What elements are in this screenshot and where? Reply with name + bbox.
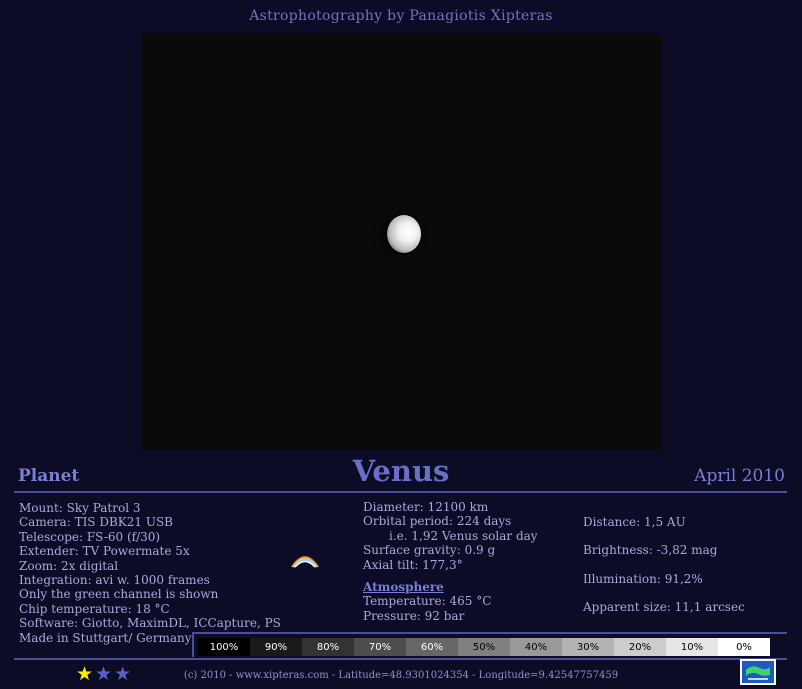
- obs-brightness: Brightness: -3,82 mag: [583, 543, 718, 558]
- venus-disc: [387, 215, 421, 253]
- info-pressure: Pressure: 92 bar: [363, 608, 465, 623]
- divider-bottom: [14, 658, 787, 660]
- scale-cell: 80%: [302, 638, 354, 656]
- observation-data: Distance: 1,5 AU Brightness: -3,82 mag I…: [583, 515, 745, 629]
- spec-integration: Integration: avi w. 1000 frames: [19, 573, 210, 588]
- divider-top: [14, 491, 787, 493]
- scale-cell: 20%: [614, 638, 666, 656]
- planet-info: Diameter: 12100 km Orbital period: 224 d…: [363, 500, 538, 623]
- spec-zoom: Zoom: 2x digital: [19, 558, 119, 573]
- scale-cell: 60%: [406, 638, 458, 656]
- info-orbital-period: Orbital period: 224 days: [363, 514, 512, 529]
- spec-software: Software: Giotto, MaximDL, ICCapture, PS: [19, 616, 281, 631]
- spec-mount: Mount: Sky Patrol 3: [19, 501, 141, 515]
- info-axial-tilt: Axial tilt: 177,3°: [363, 557, 463, 572]
- equipment-specs: Mount: Sky Patrol 3 Camera: TIS DBK21 US…: [19, 501, 281, 645]
- scale-cell: 40%: [510, 638, 562, 656]
- obs-apparent-size: Apparent size: 11,1 arcsec: [583, 600, 745, 615]
- spec-camera: Camera: TIS DBK21 USB: [19, 515, 173, 530]
- scale-cell: 0%: [718, 638, 770, 656]
- footer-copyright: (c) 2010 - www.xipteras.com - Latitude=4…: [183, 670, 619, 681]
- phase-arc-icon: [291, 556, 319, 568]
- spec-extender: Extender: TV Powermate 5x: [19, 544, 190, 559]
- spec-chip-temperature: Chip temperature: 18 °C: [19, 601, 170, 616]
- scale-cell: 10%: [666, 638, 718, 656]
- site-title: Astrophotography by Panagiotis Xipteras: [249, 8, 553, 24]
- scale-cell: 70%: [354, 638, 406, 656]
- object-title: Venus: [352, 454, 450, 488]
- site-logo-icon[interactable]: [740, 659, 776, 685]
- info-surface-gravity: Surface gravity: 0.9 g: [363, 543, 496, 558]
- scale-cell: 100%: [198, 638, 250, 656]
- obs-illumination: Illumination: 91,2%: [583, 571, 703, 586]
- scale-cell: 50%: [458, 638, 510, 656]
- brightness-scale: 100% 90% 80% 70% 60% 50% 40% 30% 20% 10% 0%: [198, 638, 770, 656]
- spec-telescope: Telescope: FS-60 (f/30): [19, 529, 161, 544]
- venus-photo: [141, 33, 661, 450]
- info-diameter: Diameter: 12100 km: [363, 500, 489, 514]
- scale-cell: 90%: [250, 638, 302, 656]
- info-temperature: Temperature: 465 °C: [363, 594, 492, 609]
- info-solar-day: i.e. 1,92 Venus solar day: [389, 528, 538, 543]
- date-label: April 2010: [694, 466, 785, 486]
- obs-distance: Distance: 1,5 AU: [583, 515, 686, 529]
- spec-channel: Only the green channel is shown: [19, 587, 219, 602]
- scale-cell: 30%: [562, 638, 614, 656]
- atmosphere-heading: Atmosphere: [363, 580, 444, 595]
